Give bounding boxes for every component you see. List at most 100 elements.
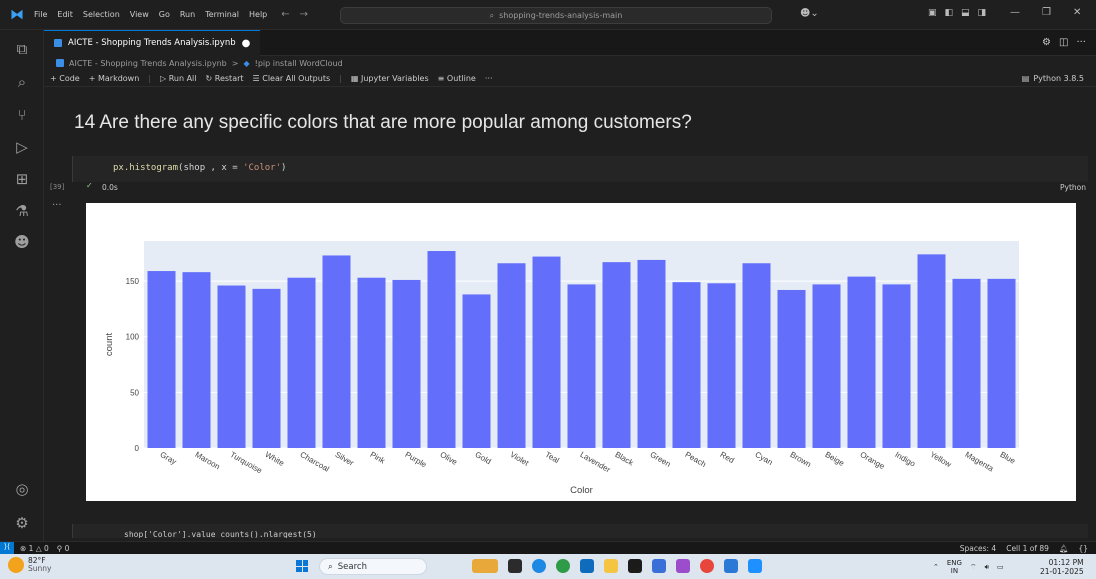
split-editor-icon[interactable]: ◫: [1059, 37, 1068, 48]
restore-icon[interactable]: ❐: [1042, 7, 1051, 18]
output-menu-icon[interactable]: ···: [52, 200, 62, 211]
windows-start-icon[interactable]: [296, 560, 308, 572]
bar-maroon: [182, 272, 211, 448]
tray-chevron-icon[interactable]: ⌃: [933, 563, 939, 571]
account-icon[interactable]: ◎: [0, 480, 44, 498]
clock[interactable]: 01:12 PM 21-01-2025: [1040, 558, 1084, 576]
clock-time: 01:12 PM: [1048, 558, 1084, 567]
ports-indicator[interactable]: ⚲ 0: [57, 544, 70, 553]
notebook-file-icon: [56, 59, 64, 67]
braces-icon[interactable]: {}: [1078, 544, 1088, 553]
edge-browser-icon[interactable]: [556, 559, 570, 573]
run-debug-icon[interactable]: ▷: [0, 138, 44, 156]
file-explorer-icon[interactable]: [604, 559, 618, 573]
unsaved-dot-icon[interactable]: ●: [242, 38, 251, 49]
menu-edit[interactable]: Edit: [57, 10, 73, 19]
x-tick-label: Lavender: [579, 450, 613, 475]
search-icon[interactable]: ⌕: [0, 73, 44, 91]
x-tick-label: Indigo: [894, 450, 918, 469]
more-actions-icon[interactable]: ···: [1076, 37, 1086, 48]
add-markdown-button[interactable]: + Markdown: [89, 74, 140, 83]
run-all-button[interactable]: ▷ Run All: [160, 74, 197, 83]
customize-layout-icon[interactable]: ▣: [928, 8, 937, 18]
execution-time: 0.0s: [102, 183, 118, 192]
windows-taskbar: 82°F Sunny ⌕ Search ⌃ ENG IN ⌔ 🔊︎ ▭ 01:1…: [0, 554, 1096, 579]
tab-notebook[interactable]: AICTE - Shopping Trends Analysis.ipynb ●: [44, 29, 261, 56]
clear-outputs-button[interactable]: ☰ Clear All Outputs: [253, 74, 331, 83]
wifi-icon[interactable]: ⌔: [970, 563, 977, 572]
chrome-icon[interactable]: [700, 559, 714, 573]
settings-icon[interactable]: ⚙: [1042, 37, 1051, 48]
variables-icon: ▦: [350, 73, 361, 83]
taskbar-search[interactable]: ⌕ Search: [319, 558, 427, 575]
input-region[interactable]: IN: [951, 567, 958, 575]
x-tick-label: Green: [649, 450, 673, 469]
store-icon[interactable]: [580, 559, 594, 573]
x-tick-label: Pink: [369, 450, 388, 466]
add-code-button[interactable]: + Code: [50, 74, 80, 83]
code-line[interactable]: px.histogram(shop , x = 'Color'): [113, 163, 286, 173]
vscode-taskbar-icon[interactable]: [748, 559, 762, 573]
breadcrumb-file[interactable]: AICTE - Shopping Trends Analysis.ipynb: [69, 59, 227, 68]
task-view-icon[interactable]: [508, 559, 522, 573]
bar-charcoal: [287, 277, 316, 448]
command-center-search[interactable]: ⌕ shopping-trends-analysis-main: [340, 7, 772, 24]
explorer-icon[interactable]: ⧉: [0, 40, 44, 58]
close-icon[interactable]: ✕: [1073, 7, 1081, 18]
notepad-icon[interactable]: [652, 559, 666, 573]
minimize-icon[interactable]: —: [1010, 7, 1020, 18]
menu-view[interactable]: View: [130, 10, 149, 19]
source-control-icon[interactable]: ⑂: [0, 106, 44, 124]
menu-go[interactable]: Go: [159, 10, 170, 19]
input-language[interactable]: ENG: [947, 559, 962, 567]
kernel-picker[interactable]: ▤ Python 3.8.5: [1022, 74, 1084, 83]
toolbar-more-button[interactable]: ···: [485, 74, 493, 83]
problems-indicator[interactable]: ⊗ 1 △ 0: [20, 544, 49, 553]
bar-red: [707, 283, 736, 448]
copilot-icon[interactable]: ☻⌄: [800, 8, 819, 19]
weather-widget[interactable]: 82°F Sunny: [8, 557, 51, 573]
histogram-chart: 0 50 100 150 Gray Maroon Turquoise White Charcoa…: [104, 241, 1019, 496]
back-arrow-icon[interactable]: ←: [281, 9, 289, 20]
bar-brown: [777, 289, 806, 448]
menu-selection[interactable]: Selection: [83, 10, 120, 19]
restart-button[interactable]: ↻ Restart: [206, 74, 244, 83]
volume-icon[interactable]: 🔊︎: [985, 563, 989, 572]
menu-run[interactable]: Run: [180, 10, 195, 19]
bar-indigo: [882, 284, 911, 448]
terminal-app-icon[interactable]: [628, 559, 642, 573]
vscode-logo-icon: ⧓: [10, 6, 24, 23]
outline-button[interactable]: ≡ Outline: [438, 74, 476, 83]
toggle-panel-icon[interactable]: ⬓: [961, 8, 970, 18]
workspace-name: shopping-trends-analysis-main: [499, 11, 623, 20]
menu-terminal[interactable]: Terminal: [205, 10, 239, 19]
copilot-chat-icon[interactable]: ☻: [0, 233, 44, 251]
testing-icon[interactable]: ⚗: [0, 202, 44, 220]
toggle-secondary-sidebar-icon[interactable]: ◨: [978, 8, 987, 18]
widgets-icon[interactable]: [472, 559, 498, 573]
menu-file[interactable]: File: [34, 10, 47, 19]
cell-language[interactable]: Python: [1060, 183, 1086, 192]
plot-output: 0 50 100 150 Gray Maroon Turquoise White Charcoa…: [86, 203, 1076, 501]
copilot-app-icon[interactable]: [532, 559, 546, 573]
jupyter-variables-button[interactable]: ▦ Jupyter Variables: [351, 74, 429, 83]
indentation-indicator[interactable]: Spaces: 4: [960, 544, 996, 553]
extensions-icon[interactable]: ⊞: [0, 170, 44, 188]
bar-cyan: [742, 263, 771, 448]
remote-icon[interactable]: ⟩⟨: [0, 541, 14, 555]
menu-help[interactable]: Help: [249, 10, 267, 19]
toggle-sidebar-icon[interactable]: ◧: [945, 8, 954, 18]
git-app-icon[interactable]: [676, 559, 690, 573]
forward-arrow-icon[interactable]: →: [300, 9, 308, 20]
battery-icon[interactable]: ▭: [997, 563, 1004, 571]
x-tick-label: Yellow: [929, 450, 953, 469]
x-tick-label: Purple: [404, 450, 429, 470]
breadcrumb-cell[interactable]: !pip install WordCloud: [255, 59, 343, 68]
settings-gear-icon[interactable]: ⚙: [0, 514, 44, 532]
x-tick-label: Teal: [544, 450, 561, 465]
notifications-icon[interactable]: 🔔︎: [1059, 544, 1069, 553]
cell-position-indicator[interactable]: Cell 1 of 89: [1006, 544, 1049, 553]
notebook-toolbar: + Code + Markdown | ▷ Run All ↻ Restart …: [44, 70, 1096, 87]
outlook-icon[interactable]: [724, 559, 738, 573]
x-tick-label: Turquoise: [229, 450, 265, 476]
